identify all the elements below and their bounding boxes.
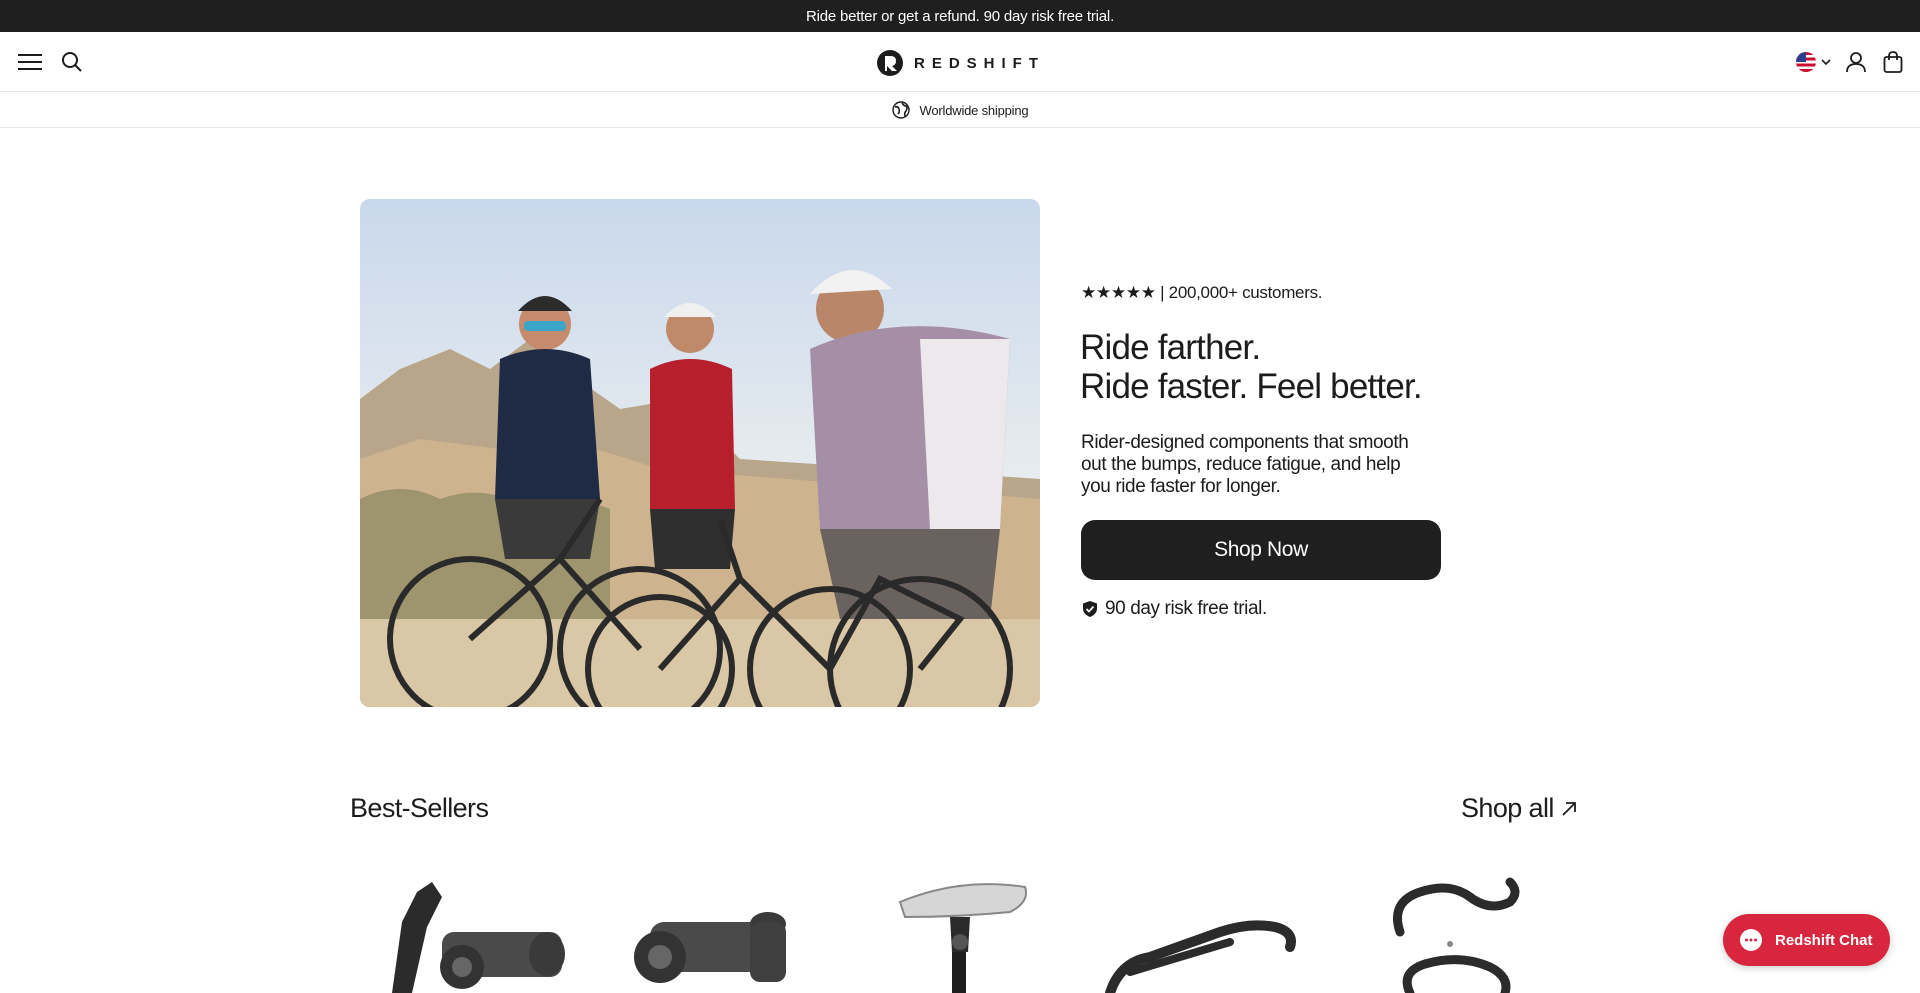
chat-label: Redshift Chat <box>1775 931 1873 949</box>
product-seatpost-stem-image[interactable] <box>372 872 572 993</box>
us-flag-icon <box>1796 52 1816 72</box>
rating-text: ★★★★★ | 200,000+ customers. <box>1081 283 1323 302</box>
chat-button[interactable]: Redshift Chat <box>1723 914 1890 966</box>
hero-title: Ride farther. Ride faster. Feel better. <box>1080 328 1540 406</box>
chat-bubble-icon <box>1740 929 1762 951</box>
product-suspension-seatpost-image[interactable] <box>890 872 1040 993</box>
hero-title-line1: Ride farther. <box>1080 328 1261 367</box>
chevron-down-icon <box>1821 59 1831 66</box>
arrow-up-right-icon <box>1562 801 1576 816</box>
shipping-text: Worldwide shipping <box>919 102 1029 118</box>
shield-check-icon <box>1083 601 1097 617</box>
shipping-strip: Worldwide shipping <box>0 93 1920 128</box>
product-stem-image[interactable] <box>630 872 790 993</box>
logo-mark-icon <box>877 50 903 76</box>
hero-description: Rider-designed components that smooth ou… <box>1081 432 1409 497</box>
product-drop-handlebar-image[interactable] <box>1380 872 1520 993</box>
globe-icon <box>891 101 910 119</box>
country-selector[interactable] <box>1796 46 1832 78</box>
shop-all-label: Shop all <box>1461 793 1554 823</box>
trial-note: 90 day risk free trial. <box>1081 598 1267 620</box>
hero-title-line2: Ride faster. Feel better. <box>1080 367 1423 406</box>
brand-logo[interactable]: REDSHIFT <box>876 48 1045 78</box>
site-header: REDSHIFT <box>0 32 1920 92</box>
best-sellers-title: Best-Sellers <box>350 793 489 823</box>
shop-all-link[interactable]: Shop all <box>1461 793 1578 824</box>
trial-text: 90 day risk free trial. <box>1105 598 1267 619</box>
account-icon[interactable] <box>1840 46 1872 78</box>
shop-now-button[interactable]: Shop Now <box>1081 520 1441 580</box>
brand-name: REDSHIFT <box>914 54 1045 72</box>
hero-image <box>360 199 1040 707</box>
cart-icon[interactable] <box>1877 46 1909 78</box>
menu-icon[interactable] <box>14 46 46 78</box>
search-icon[interactable] <box>56 46 88 78</box>
product-handlebar-image[interactable] <box>1100 872 1300 993</box>
announcement-text: Ride better or get a refund. 90 day risk… <box>805 7 1115 25</box>
announcement-bar: Ride better or get a refund. 90 day risk… <box>0 0 1920 32</box>
